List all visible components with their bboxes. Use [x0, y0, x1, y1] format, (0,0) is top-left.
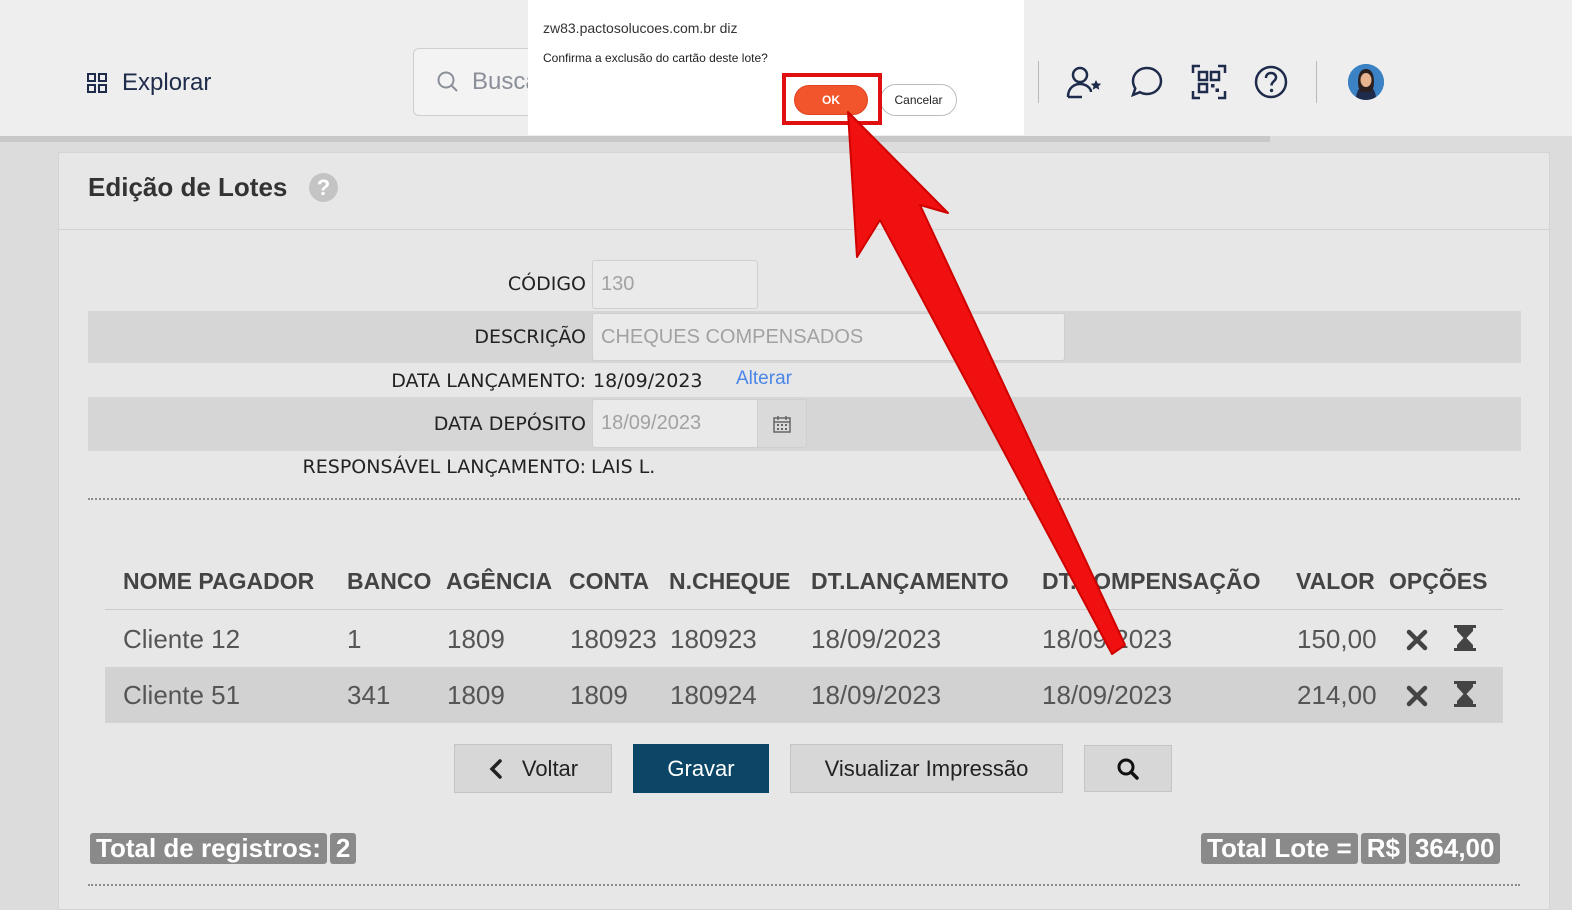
col-header-dt-compensacao: DT.COMPENSAÇÃO: [1042, 568, 1261, 594]
global-search-input[interactable]: Busca: [413, 48, 543, 116]
voltar-label: Voltar: [521, 755, 579, 781]
confirm-dialog: zw83.pactosolucoes.com.br diz Confirma a…: [528, 0, 1024, 135]
table-cell: 341: [347, 680, 391, 710]
visualizar-impressao-button[interactable]: Visualizar Impressão: [790, 744, 1063, 793]
table-cell: 180923: [670, 624, 757, 654]
dotted-divider: [88, 498, 1520, 500]
table-row-highlight: [105, 667, 1503, 723]
hourglass-icon[interactable]: [1451, 680, 1479, 708]
col-header-valor: VALOR: [1296, 568, 1375, 594]
total-lote-value: 364,00: [1408, 833, 1501, 864]
table-cell: 18/09/2023: [811, 624, 942, 654]
table-cell: Cliente 51: [123, 680, 241, 710]
avatar-image: [1348, 64, 1384, 100]
table-cell: 214,00: [1297, 680, 1377, 710]
codigo-field[interactable]: 130: [592, 260, 758, 309]
table-cell: Cliente 12: [123, 624, 241, 654]
calendar-button[interactable]: [757, 399, 807, 448]
delete-x-icon[interactable]: [1403, 626, 1431, 654]
toolbar-divider: [1316, 61, 1317, 103]
col-header-n-cheque: N.CHEQUE: [669, 568, 791, 594]
responsavel-label: RESPONSÁVEL LANÇAMENTO:: [302, 456, 586, 478]
explore-menu[interactable]: Explorar: [86, 66, 211, 100]
toolbar-divider: [1038, 61, 1039, 103]
data-deposito-label: DATA DEPÓSITO: [433, 413, 586, 435]
data-lancamento-value: 18/09/2023: [593, 370, 703, 392]
chevron-left-icon: [489, 758, 502, 779]
table-cell: 18/09/2023: [1042, 624, 1173, 654]
table-cell: 150,00: [1297, 624, 1377, 654]
col-header-conta: CONTA: [569, 568, 650, 594]
search-icon: [1117, 758, 1139, 780]
page-title: Edição de Lotes: [88, 172, 288, 202]
total-registros-value: 2: [329, 833, 357, 864]
table-cell: 1809: [447, 624, 505, 654]
col-header-banco: BANCO: [347, 568, 432, 594]
codigo-label: CÓDIGO: [507, 273, 586, 295]
table-cell: 180923: [570, 624, 657, 654]
total-registros: Total de registros: 2: [90, 833, 357, 864]
delete-x-icon[interactable]: [1403, 682, 1431, 710]
table-cell: 18/09/2023: [811, 680, 942, 710]
table-cell: 18/09/2023: [1042, 680, 1173, 710]
dotted-divider: [88, 884, 1520, 886]
title-divider: [59, 229, 1549, 230]
dialog-message: Confirma a exclusão do cartão deste lote…: [543, 51, 768, 65]
hourglass-icon[interactable]: [1451, 624, 1479, 652]
alterar-link[interactable]: Alterar: [736, 368, 792, 390]
user-star-icon[interactable]: [1064, 62, 1104, 102]
dialog-origin: zw83.pactosolucoes.com.br diz: [543, 20, 738, 36]
data-lancamento-label: DATA LANÇAMENTO:: [391, 370, 586, 392]
cancel-button[interactable]: Cancelar: [880, 84, 957, 116]
calendar-icon: [773, 415, 791, 433]
ok-highlight-box: [782, 73, 882, 125]
top-bar-shadow: [0, 136, 1270, 142]
grid-icon: [87, 73, 107, 93]
question-icon[interactable]: ?: [309, 173, 338, 202]
data-deposito-field[interactable]: 18/09/2023: [592, 399, 758, 448]
table-cell: 180924: [670, 680, 757, 710]
total-registros-label: Total de registros:: [90, 833, 327, 864]
explore-label: Explorar: [122, 69, 212, 96]
total-lote-currency: R$: [1360, 833, 1406, 864]
descricao-label: DESCRIÇÃO: [474, 326, 586, 348]
edit-batch-panel: [58, 152, 1550, 910]
total-lote-label: Total Lote =: [1201, 833, 1358, 864]
col-header-agencia: AGÊNCIA: [446, 568, 553, 594]
gravar-button[interactable]: Gravar: [633, 744, 769, 793]
search-icon: [437, 71, 458, 92]
table-cell: 1809: [570, 680, 628, 710]
search-button[interactable]: [1084, 745, 1172, 792]
col-header-nome-pagador: NOME PAGADOR: [123, 568, 315, 594]
total-lote: Total Lote = R$ 364,00: [1201, 833, 1501, 864]
table-cell: 1: [347, 624, 362, 654]
table-cell: 1809: [447, 680, 505, 710]
col-header-dt-lancamento: DT.LANÇAMENTO: [811, 568, 1009, 594]
table-header-divider: [105, 609, 1503, 610]
qr-scan-icon[interactable]: [1189, 62, 1229, 102]
help-circle-icon[interactable]: [1251, 62, 1291, 102]
voltar-button[interactable]: Voltar: [454, 744, 612, 793]
descricao-field[interactable]: CHEQUES COMPENSADOS: [592, 313, 1065, 361]
chat-icon[interactable]: [1127, 62, 1167, 102]
responsavel-value: LAIS L.: [591, 456, 656, 478]
col-header-opcoes: OPÇÕES: [1389, 568, 1488, 594]
avatar[interactable]: [1348, 64, 1384, 100]
